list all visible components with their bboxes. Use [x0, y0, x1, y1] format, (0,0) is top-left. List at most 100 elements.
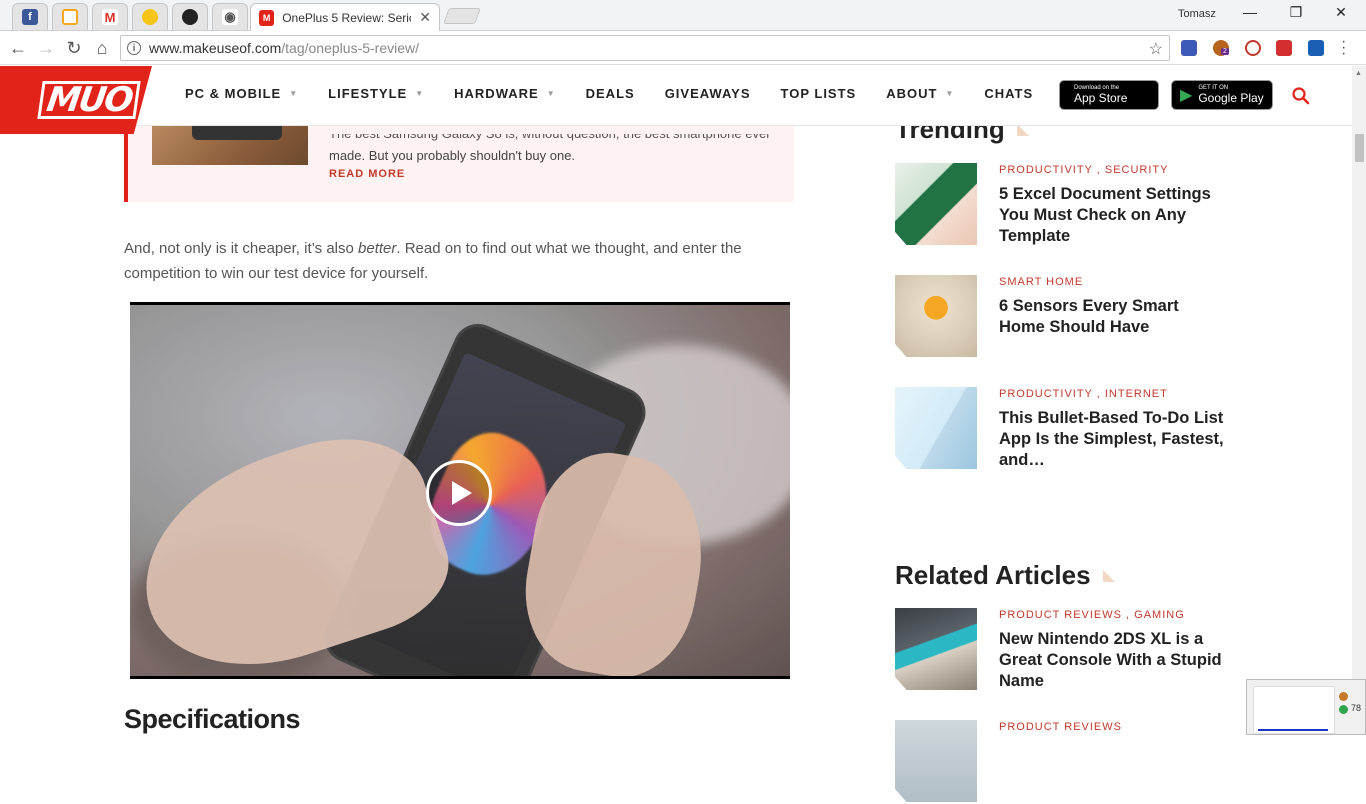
trending-thumbnail[interactable] — [895, 387, 977, 469]
related-card[interactable]: PRODUCT REVIEWS , GAMING New Nintendo 2D… — [895, 608, 1225, 692]
trending-categories[interactable]: PRODUCTIVITY , SECURITY — [999, 164, 1168, 176]
pinned-tab-gmail[interactable]: M — [92, 3, 128, 30]
gmail-icon: M — [102, 9, 118, 25]
profile-name[interactable]: Tomasz — [1178, 8, 1216, 20]
address-bar[interactable]: i www.makeuseof.com/tag/oneplus-5-review… — [120, 35, 1170, 61]
nav-item-label: GIVEAWAYS — [664, 86, 751, 101]
minimize-icon[interactable]: — — [1235, 4, 1265, 20]
monitor-icon-2 — [1339, 705, 1348, 714]
eye-icon: ◉ — [222, 9, 238, 25]
trending-thumbnail[interactable] — [895, 275, 977, 357]
google-play-icon: ▶ — [1180, 87, 1193, 104]
promo-thumbnail[interactable] — [152, 126, 308, 165]
nav-item-label: TOP LISTS — [780, 86, 857, 101]
bookmark-extension-icon[interactable] — [1308, 40, 1324, 56]
article-paragraph: And, not only is it cheaper, it’s also b… — [124, 240, 742, 282]
reload-icon[interactable]: ↻ — [62, 36, 86, 60]
forward-arrow-icon[interactable]: → — [34, 36, 58, 60]
new-tab-button[interactable] — [443, 8, 481, 24]
chevron-down-icon: ▼ — [415, 89, 425, 98]
nav-item-label: CHATS — [984, 86, 1034, 101]
promo-text: The best Samsung Galaxy S8 is, without q… — [329, 134, 779, 168]
trending-categories[interactable]: SMART HOME — [999, 276, 1083, 288]
shield-extension-icon[interactable] — [1181, 40, 1197, 56]
logo-text: MUO — [37, 80, 142, 120]
related-categories[interactable]: PRODUCT REVIEWS — [999, 721, 1122, 733]
trending-title[interactable]: 6 Sensors Every Smart Home Should Have — [999, 296, 1229, 338]
extension-badge: 2 — [1221, 48, 1229, 55]
trending-thumbnail[interactable] — [895, 163, 977, 245]
monitor-value: 78 — [1351, 703, 1362, 713]
related-thumbnail[interactable] — [895, 608, 977, 690]
search-icon[interactable] — [1291, 86, 1311, 106]
google-play-big: Google Play — [1198, 91, 1264, 105]
promo-text-line: made. But you probably shouldn't buy one… — [329, 148, 576, 163]
nav-item-giveaways[interactable]: GIVEAWAYS — [665, 86, 751, 101]
url-text: www.makeuseof.com/tag/oneplus-5-review/ — [149, 40, 420, 56]
nav-item-label: ABOUT — [886, 86, 938, 101]
nav-item-chats[interactable]: CHATS — [984, 86, 1033, 101]
bookmark-star-icon[interactable]: ☆ — [1149, 39, 1163, 59]
nav-item-about[interactable]: ABOUT ▼ — [886, 86, 954, 101]
pinned-tab-github[interactable] — [172, 3, 208, 30]
site-logo[interactable]: MUO — [0, 66, 152, 134]
back-arrow-icon[interactable]: ← — [6, 36, 30, 60]
lastpass-extension-icon[interactable] — [1276, 40, 1292, 56]
chevron-down-icon: ▼ — [289, 89, 299, 98]
active-tab-title: OnePlus 5 Review: Seriou — [282, 10, 412, 25]
nav-item-deals[interactable]: DEALS — [586, 86, 635, 101]
nav-item-label: HARDWARE — [454, 86, 539, 101]
google-play-badge[interactable]: ▶ GET IT ON Google Play — [1171, 80, 1273, 110]
nav-item-label: PC & MOBILE — [185, 86, 282, 101]
pinned-tab-eye[interactable]: ◉ — [212, 3, 248, 30]
system-monitor-widget[interactable]: 78 — [1246, 679, 1366, 735]
related-thumbnail[interactable] — [895, 720, 977, 802]
scroll-thumb[interactable] — [1355, 134, 1364, 162]
app-store-big: App Store — [1074, 91, 1128, 105]
monitor-icon-1 — [1339, 692, 1348, 701]
heading-accent-icon — [1102, 569, 1115, 582]
trending-title[interactable]: This Bullet-Based To-Do List App Is the … — [999, 408, 1229, 471]
active-tab[interactable]: M OnePlus 5 Review: Seriou ✕ — [250, 3, 440, 31]
promo-box: The best Samsung Galaxy S8 is, without q… — [124, 126, 794, 202]
pinned-tab-2[interactable] — [52, 3, 88, 30]
nav-item-label: LIFESTYLE — [328, 86, 408, 101]
main-nav: PC & MOBILE ▼ LIFESTYLE ▼ HARDWARE ▼ DEALS GIVE… — [185, 86, 1063, 101]
browser-tab-bar: f M ◉ M OnePlus 5 Review: Seriou ✕ Tomas… — [0, 0, 1366, 31]
nav-item-top-lists[interactable]: TOP LISTS — [781, 86, 857, 101]
trending-categories[interactable]: PRODUCTIVITY , INTERNET — [999, 388, 1168, 400]
related-categories[interactable]: PRODUCT REVIEWS , GAMING — [999, 609, 1185, 621]
related-title[interactable]: New Nintendo 2DS XL is a Great Console W… — [999, 629, 1229, 692]
restore-icon[interactable]: ❐ — [1281, 4, 1311, 21]
page-scrollbar[interactable]: ▲ — [1352, 66, 1366, 735]
close-window-icon[interactable]: ✕ — [1326, 4, 1356, 21]
related-articles-heading: Related Articles — [895, 560, 1115, 591]
related-card[interactable]: PRODUCT REVIEWS — [895, 720, 1225, 804]
cookie-extension-icon[interactable]: 2 — [1213, 40, 1229, 56]
video-player[interactable] — [130, 302, 790, 679]
bulb-icon — [142, 9, 158, 25]
trending-card[interactable]: PRODUCTIVITY , INTERNET This Bullet-Base… — [895, 387, 1225, 471]
nav-item-pc-mobile[interactable]: PC & MOBILE ▼ — [185, 86, 298, 101]
block-extension-icon[interactable] — [1245, 40, 1261, 56]
home-icon[interactable]: ⌂ — [90, 36, 114, 60]
pinned-tab-4[interactable] — [132, 3, 168, 30]
makeuseof-favicon-icon: M — [259, 9, 275, 26]
read-more-link[interactable]: READ MORE — [329, 168, 405, 180]
pinned-tab-facebook[interactable]: f — [12, 3, 48, 30]
app-store-badge[interactable]: Download on the App Store — [1059, 80, 1159, 110]
site-header: MUO PC & MOBILE ▼ LIFESTYLE ▼ HARDWARE ▼ DEALS… — [0, 66, 1352, 134]
browser-menu-icon[interactable]: · · · — [1341, 34, 1346, 62]
nav-item-hardware[interactable]: HARDWARE ▼ — [454, 86, 555, 101]
browser-toolbar: ← → ↻ ⌂ i www.makeuseof.com/tag/oneplus-… — [0, 31, 1366, 65]
site-info-icon[interactable]: i — [127, 41, 141, 55]
play-button-icon[interactable] — [426, 460, 492, 526]
scroll-up-arrow-icon[interactable]: ▲ — [1355, 70, 1362, 77]
trending-card[interactable]: SMART HOME 6 Sensors Every Smart Home Sh… — [895, 275, 1225, 359]
trending-title[interactable]: 5 Excel Document Settings You Must Check… — [999, 184, 1229, 247]
github-icon — [182, 9, 198, 25]
tab-close-icon[interactable]: ✕ — [419, 9, 431, 26]
trending-card[interactable]: PRODUCTIVITY , SECURITY 5 Excel Document… — [895, 163, 1225, 247]
nav-item-lifestyle[interactable]: LIFESTYLE ▼ — [328, 86, 424, 101]
facebook-icon: f — [22, 9, 38, 25]
